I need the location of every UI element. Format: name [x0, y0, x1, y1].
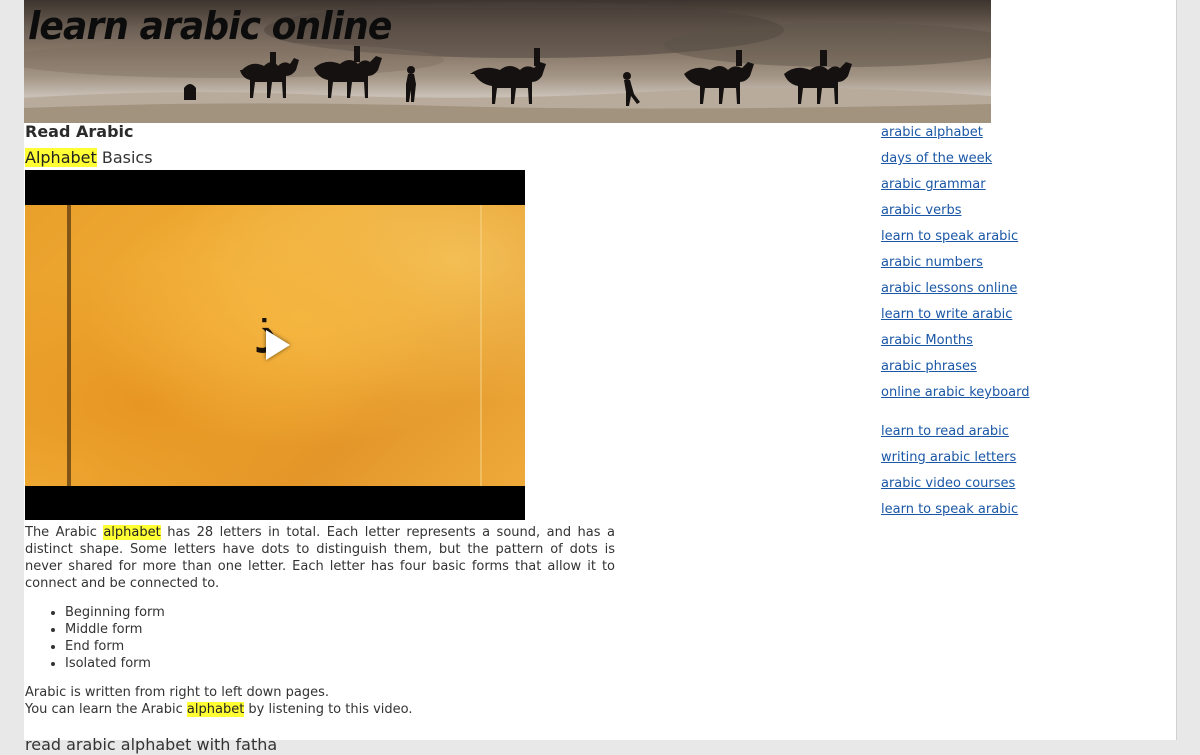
sidebar-link-arabic-numbers[interactable]: arabic numbers	[881, 255, 983, 270]
sidebar-item: arabic numbers	[881, 253, 1161, 279]
sidebar-link-online-arabic-keyboard[interactable]: online arabic keyboard	[881, 385, 1030, 400]
play-icon[interactable]	[266, 330, 290, 360]
sidebar-links-group-2: learn to read arabic writing arabic lett…	[881, 422, 1161, 526]
sidebar-item: arabic lessons online	[881, 279, 1161, 305]
sidebar-link-arabic-lessons-online[interactable]: arabic lessons online	[881, 281, 1017, 296]
video-decoration	[67, 205, 71, 486]
list-item: End form	[65, 638, 615, 655]
search-highlight: alphabet	[186, 702, 245, 717]
video-thumbnail[interactable]: ذ	[25, 205, 525, 486]
search-highlight: alphabet	[103, 525, 161, 540]
sidebar-item: arabic Months	[881, 331, 1161, 357]
sidebar-link-arabic-alphabet[interactable]: arabic alphabet	[881, 125, 983, 140]
paragraph-text: You can learn the Arabic	[25, 702, 187, 717]
sidebar-item: arabic phrases	[881, 357, 1161, 383]
sidebar-nav: arabic alphabet days of the week arabic …	[881, 123, 1161, 526]
sidebar-link-learn-to-speak-arabic[interactable]: learn to speak arabic	[881, 229, 1018, 244]
site-title[interactable]: learn arabic online	[28, 4, 392, 48]
closing-line-1: Arabic is written from right to left dow…	[25, 685, 330, 700]
sidebar-item: learn to speak arabic	[881, 500, 1161, 526]
sidebar-item: arabic verbs	[881, 201, 1161, 227]
sidebar-item: learn to write arabic	[881, 305, 1161, 331]
video-player[interactable]: ذ	[25, 170, 525, 520]
sidebar-links-group-1: arabic alphabet days of the week arabic …	[881, 123, 1161, 409]
letter-forms-list: Beginning form Middle form End form Isol…	[25, 604, 615, 672]
sidebar-item: days of the week	[881, 149, 1161, 175]
sidebar-item: arabic video courses	[881, 474, 1161, 500]
video-decoration	[480, 205, 482, 486]
list-item: Beginning form	[65, 604, 615, 621]
next-section-heading: read arabic alphabet with fatha	[25, 735, 278, 754]
sidebar-link-learn-to-speak-arabic-2[interactable]: learn to speak arabic	[881, 502, 1018, 517]
main-content: Read Arabic Alphabet Basics ذ The Arabic…	[25, 122, 615, 755]
intro-paragraph: The Arabic alphabet has 28 letters in to…	[25, 524, 615, 592]
sidebar-item: arabic grammar	[881, 175, 1161, 201]
page-container: learn arabic online Read Arabic Alphabet…	[24, 0, 1177, 754]
list-item: Isolated form	[65, 655, 615, 672]
section-heading-text: Basics	[96, 148, 153, 167]
sidebar-link-days-of-the-week[interactable]: days of the week	[881, 151, 992, 166]
sidebar-item: online arabic keyboard	[881, 383, 1161, 409]
sidebar-link-arabic-verbs[interactable]: arabic verbs	[881, 203, 961, 218]
sidebar-item: learn to speak arabic	[881, 227, 1161, 253]
sidebar-link-writing-arabic-letters[interactable]: writing arabic letters	[881, 450, 1016, 465]
sidebar-link-arabic-phrases[interactable]: arabic phrases	[881, 359, 977, 374]
search-highlight: Alphabet	[25, 148, 97, 167]
page-title: Read Arabic	[25, 122, 134, 141]
paragraph-text: by listening to this video.	[244, 702, 413, 717]
sidebar-item: learn to read arabic	[881, 422, 1161, 448]
paragraph-text: The Arabic	[25, 525, 104, 540]
closing-paragraph: Arabic is written from right to left dow…	[25, 684, 615, 718]
sidebar-link-arabic-months[interactable]: arabic Months	[881, 333, 973, 348]
sidebar-link-arabic-video-courses[interactable]: arabic video courses	[881, 476, 1015, 491]
sidebar-item: arabic alphabet	[881, 123, 1161, 149]
section-heading: Alphabet Basics	[25, 148, 615, 168]
sidebar-link-arabic-grammar[interactable]: arabic grammar	[881, 177, 986, 192]
sidebar-item: writing arabic letters	[881, 448, 1161, 474]
list-item: Middle form	[65, 621, 615, 638]
sidebar-link-learn-to-read-arabic[interactable]: learn to read arabic	[881, 424, 1009, 439]
header-banner: learn arabic online	[24, 0, 991, 123]
sidebar-link-learn-to-write-arabic[interactable]: learn to write arabic	[881, 307, 1012, 322]
